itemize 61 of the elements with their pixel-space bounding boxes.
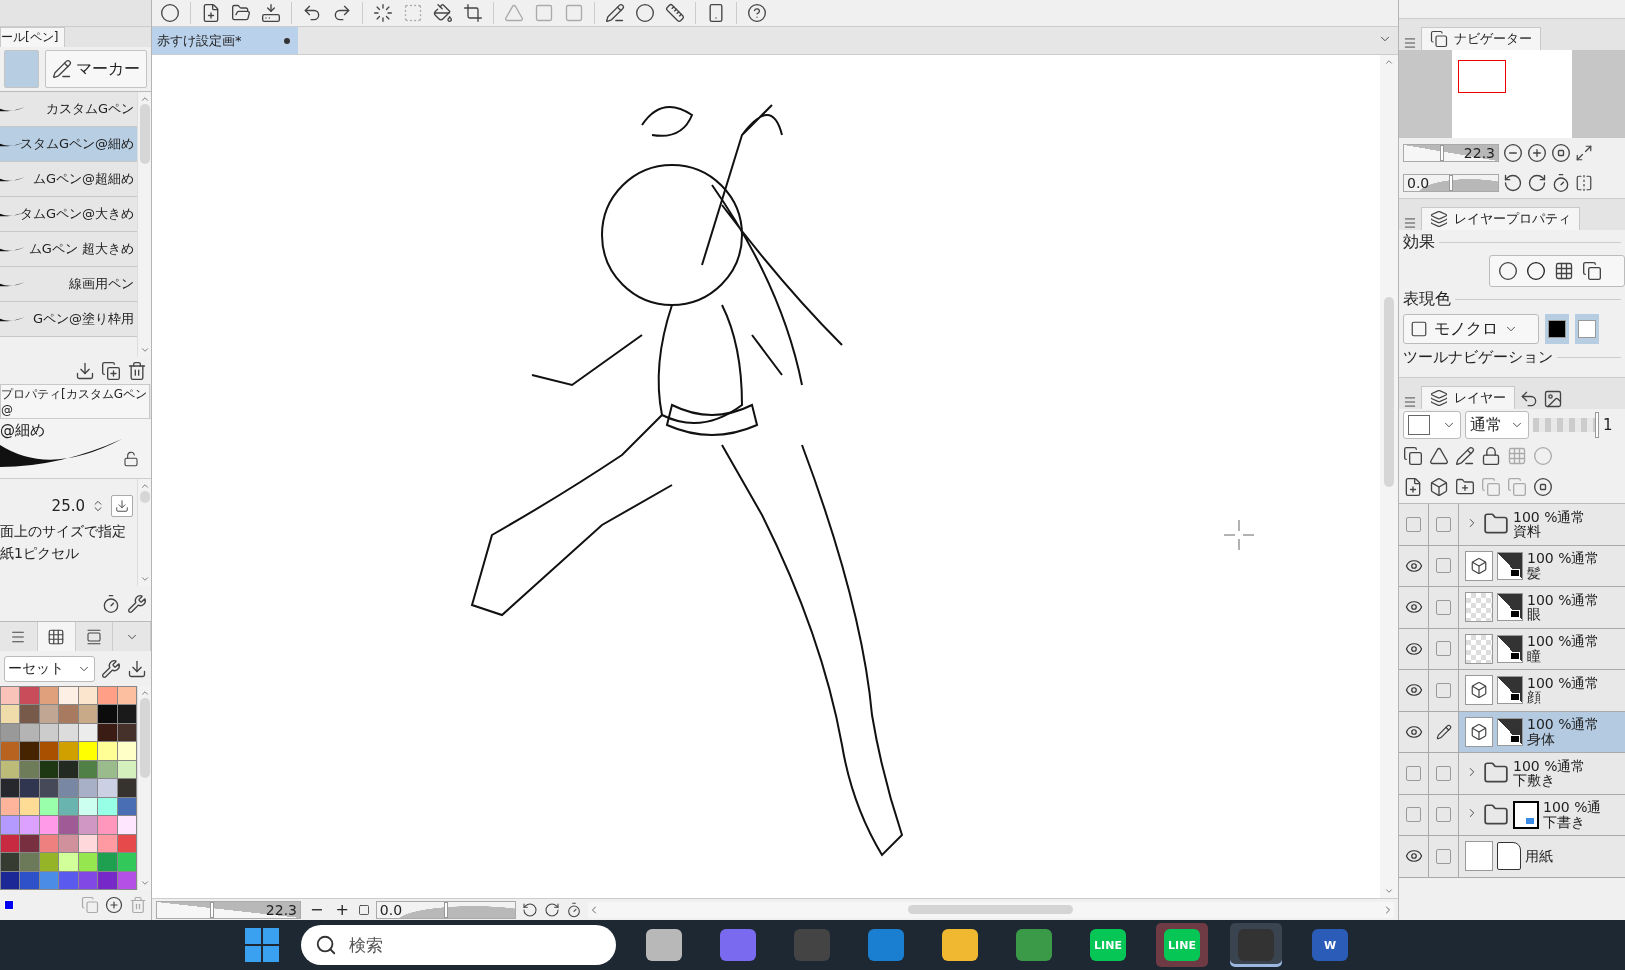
search-field[interactable]: 検索	[301, 925, 616, 965]
layer-name: 身体	[1527, 731, 1556, 747]
layer-row[interactable]: 100 %通常 資料	[1399, 504, 1625, 546]
layer-name: 資料	[1513, 524, 1542, 539]
document-tab[interactable]: 赤すけ設定画*	[152, 27, 298, 54]
blend-mode-dropdown[interactable]: 通常	[1465, 411, 1529, 439]
layer-name: 瞳	[1527, 648, 1542, 664]
panel-tab[interactable]: レイヤー	[1421, 386, 1515, 409]
layer-name: 顔	[1527, 690, 1542, 705]
layer-row[interactable]: 100 %通常 瞳	[1399, 628, 1625, 670]
layer-info: 100 %通常	[1527, 592, 1600, 608]
brush-item[interactable]: カスタムGペン	[0, 92, 137, 127]
layer-info: 100 %通	[1543, 800, 1602, 815]
panel-tab[interactable]: プロパティ[カスタムGペン@	[0, 384, 150, 418]
layer-row[interactable]: 100 %通常 髪	[1399, 545, 1625, 587]
angle-slider[interactable]: 0.0	[1403, 174, 1499, 192]
color-mode-dropdown[interactable]: モノクロ	[1403, 314, 1539, 344]
layer-row[interactable]: 用紙	[1399, 836, 1625, 878]
app-tile-icon: LINE	[1090, 929, 1126, 961]
angle-slider[interactable]: 0.0	[375, 900, 516, 919]
color-set-dropdown[interactable]: ーセット	[4, 655, 95, 682]
property-text: 面上のサイズで指定	[0, 523, 127, 541]
layer-info: 100 %通常	[1527, 551, 1600, 566]
taskbar-app[interactable]: W	[1304, 923, 1356, 967]
layer-row[interactable]: 100 %通常 顔	[1399, 670, 1625, 712]
section-label: ツールナビゲーション	[1403, 348, 1553, 367]
layer-row[interactable]: 100 %通常 眼	[1399, 587, 1625, 629]
zoom-slider[interactable]: 22.3	[1403, 144, 1499, 162]
app-tile-icon: LINE	[1164, 929, 1200, 961]
opacity-value: 1	[1603, 416, 1613, 434]
brush-item[interactable]: タムGペン@大きめ	[0, 197, 137, 232]
brush-item[interactable]: Gペン@塗り枠用	[0, 302, 137, 337]
layer-name: 下書き	[1543, 814, 1586, 830]
app-tile-icon: W	[1312, 929, 1348, 961]
section-label: 効果	[1403, 232, 1435, 253]
subtool-button[interactable]: マーカー	[45, 50, 147, 88]
layer-name: 髪	[1527, 565, 1542, 581]
layer-info: 100 %通常	[1513, 758, 1586, 774]
layer-row[interactable]: 100 %通常 身体	[1399, 711, 1625, 753]
layer-row[interactable]: 100 %通常 下敷き	[1399, 753, 1625, 795]
layer-row[interactable]: 100 %通 下書き	[1399, 794, 1625, 836]
layer-name: 用紙	[1525, 848, 1553, 864]
layer-info: 100 %通常	[1527, 717, 1600, 732]
brush-item[interactable]: ムGペン 超大きめ	[0, 232, 137, 267]
zoom-in-button[interactable]: +	[332, 900, 352, 919]
section-label: 表現色	[1403, 289, 1451, 310]
layer-info: 100 %通常	[1527, 675, 1600, 691]
property-text: 紙1ピクセル	[0, 545, 80, 563]
brush-item[interactable]: ムGペン@超細め	[0, 162, 137, 197]
panel-tab[interactable]: ール[ペン]	[0, 27, 66, 47]
layer-name: 眼	[1527, 607, 1542, 622]
size-value: 25.0	[51, 497, 85, 515]
brush-item[interactable]: スタムGペン@細め	[0, 127, 137, 162]
panel-tab[interactable]: ナビゲーター	[1421, 27, 1541, 50]
layer-info: 100 %通常	[1513, 509, 1586, 525]
brush-item[interactable]: 線画用ペン	[0, 267, 137, 302]
panel-tab[interactable]: レイヤープロパティ	[1421, 207, 1580, 230]
zoom-slider[interactable]: 22.3	[156, 900, 301, 919]
zoom-out-button[interactable]: −	[307, 900, 327, 919]
layer-info: 100 %通常	[1527, 634, 1600, 649]
layer-name: 下敷き	[1513, 773, 1556, 788]
